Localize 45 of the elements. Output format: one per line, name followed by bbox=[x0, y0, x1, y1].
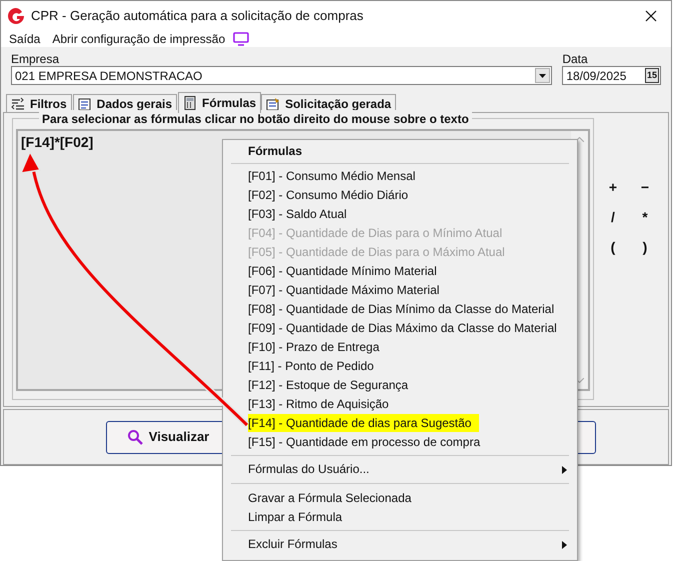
menu-item[interactable]: [F15] - Quantidade em processo de compra bbox=[248, 432, 480, 450]
field-label: Empresa bbox=[11, 52, 60, 66]
menu-item[interactable]: [F14] - Quantidade de dias para Sugestão bbox=[248, 414, 480, 432]
date-field[interactable]: 18/09/2025 15 bbox=[562, 66, 661, 85]
operator-button[interactable]: / bbox=[604, 208, 622, 226]
form-icon bbox=[266, 96, 280, 110]
menu-header: Fórmulas bbox=[247, 143, 304, 160]
menu-item[interactable]: Limpar a Fórmula bbox=[248, 508, 342, 526]
close-icon bbox=[645, 10, 657, 22]
menu-item[interactable]: [F12] - Estoque de Segurança bbox=[248, 376, 408, 394]
operator-button[interactable]: − bbox=[636, 178, 654, 196]
menu-item[interactable]: [F10] - Prazo de Entrega bbox=[248, 338, 380, 356]
menu-item[interactable]: [F03] - Saldo Atual bbox=[248, 204, 347, 222]
search-icon bbox=[126, 429, 143, 445]
menu-item[interactable]: [F01] - Consumo Médio Mensal bbox=[248, 166, 416, 184]
submenu-arrow-icon bbox=[562, 466, 567, 474]
calendar-button[interactable]: 15 bbox=[644, 68, 659, 83]
submenu-item[interactable]: Excluir Fórmulas bbox=[223, 535, 577, 554]
menu-item[interactable]: Gravar a Fórmula Selecionada bbox=[248, 488, 412, 506]
menu-bar-item[interactable]: Saída bbox=[9, 30, 40, 48]
app-logo-icon bbox=[7, 7, 25, 25]
menu-item[interactable]: [F11] - Ponto de Pedido bbox=[248, 356, 374, 374]
menu-item[interactable]: [F07] - Quantidade Máximo Material bbox=[248, 280, 440, 298]
menu-item[interactable]: [F13] - Ritmo de Aquisição bbox=[248, 394, 389, 412]
operator-button[interactable]: ( bbox=[604, 238, 622, 256]
company-dropdown[interactable]: 021 EMPRESA DEMONSTRACAO bbox=[11, 66, 552, 85]
menu-item[interactable]: [F06] - Quantidade Mínimo Material bbox=[248, 262, 437, 280]
operator-button[interactable]: * bbox=[636, 208, 654, 226]
submenu-arrow-icon bbox=[562, 541, 567, 549]
document-icon bbox=[78, 96, 92, 110]
menu-item[interactable]: [F08] - Quantidade de Dias Mínimo da Classe do Material bbox=[248, 300, 554, 318]
dropdown-arrow-icon bbox=[539, 74, 546, 78]
menu-bar-item[interactable]: Abrir configuração de impressão bbox=[52, 30, 226, 48]
menu-item[interactable]: [F09] - Quantidade de Dias Máximo da Classe do Material bbox=[248, 318, 557, 336]
operator-button[interactable]: ) bbox=[636, 238, 654, 256]
window-title: CPR - Geração automática para a solicitação de compras bbox=[31, 7, 364, 26]
calculator-icon bbox=[183, 96, 198, 110]
filter-arrows-icon bbox=[11, 96, 25, 110]
operator-button[interactable]: + bbox=[604, 178, 622, 196]
menu-item[interactable]: [F02] - Consumo Médio Diário bbox=[248, 186, 408, 204]
tab[interactable]: Filtros bbox=[6, 94, 72, 112]
monitor-icon[interactable] bbox=[233, 32, 250, 46]
field-label: Data bbox=[562, 52, 589, 66]
submenu-item[interactable]: Fórmulas do Usuário... bbox=[223, 460, 577, 479]
tab[interactable]: Fórmulas bbox=[178, 92, 262, 113]
